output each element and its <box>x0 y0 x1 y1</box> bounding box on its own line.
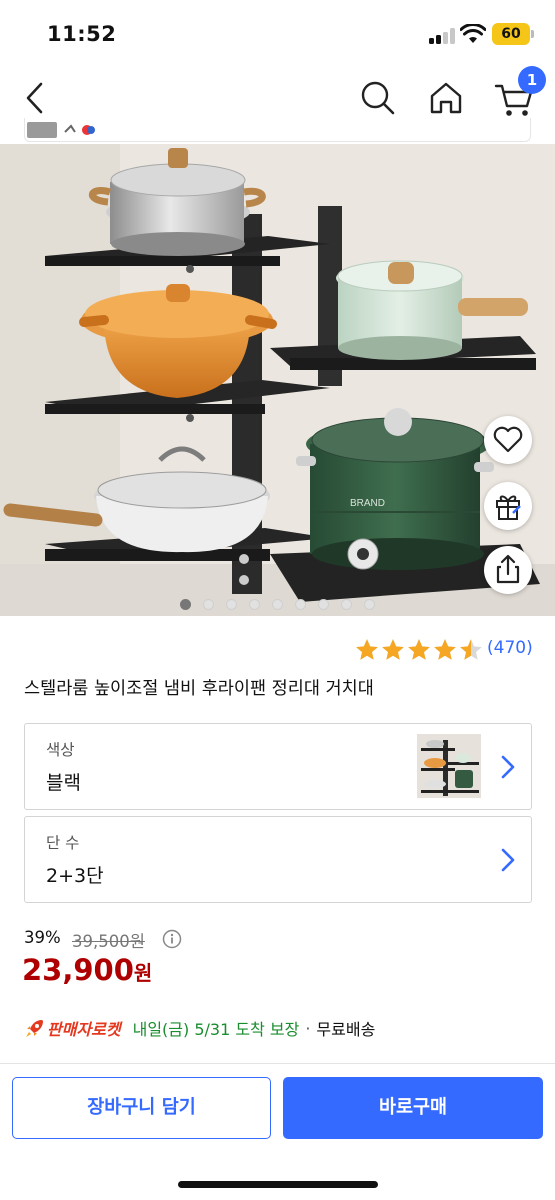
cart-count-badge: 1 <box>518 66 546 94</box>
search-icon[interactable] <box>356 76 400 120</box>
star-icon <box>434 639 456 660</box>
tier-option-selector[interactable]: 단 수 2+3단 <box>24 816 532 903</box>
share-button[interactable] <box>484 546 532 594</box>
carousel-dot[interactable] <box>364 599 375 610</box>
star-icon <box>408 639 430 660</box>
buy-now-button[interactable]: 바로구매 <box>283 1077 543 1139</box>
delivery-separator: · <box>305 1018 311 1038</box>
original-price: 39,500원 <box>72 932 145 951</box>
delivery-info: 판매자로켓 내일(금) 5/31 도착 보장 · 무료배송 <box>24 1016 375 1040</box>
product-photo: BRAND <box>0 144 555 616</box>
wifi-icon <box>460 24 486 43</box>
star-rating[interactable] <box>354 636 484 664</box>
carousel-dot[interactable] <box>318 599 329 610</box>
bottom-bar-divider <box>0 1063 555 1064</box>
carousel-pagination[interactable] <box>180 599 375 611</box>
carousel-dot[interactable] <box>203 599 214 610</box>
add-to-cart-button[interactable]: 장바구니 담기 <box>12 1077 271 1139</box>
carousel-dot[interactable] <box>272 599 283 610</box>
product-image-carousel[interactable]: BRAND <box>0 144 555 616</box>
battery-indicator: 60 <box>492 23 534 45</box>
star-icon <box>356 639 378 660</box>
share-icon <box>496 554 520 584</box>
star-icon <box>382 639 404 660</box>
status-time: 11:52 <box>47 22 117 46</box>
option-thumbnail <box>417 734 481 798</box>
home-indicator <box>178 1181 378 1188</box>
gift-icon <box>496 495 521 520</box>
wishlist-button[interactable] <box>484 416 532 464</box>
arrival-date: 내일(금) 5/31 도착 보장 <box>132 1020 300 1039</box>
sale-price-unit: 원 <box>133 961 153 985</box>
carousel-dot[interactable] <box>226 599 237 610</box>
rocket-icon <box>26 1020 43 1037</box>
carousel-dot[interactable] <box>295 599 306 610</box>
carousel-dot[interactable] <box>180 599 191 610</box>
product-title: 스텔라룸 높이조절 냄비 후라이팬 정리대 거치대 <box>24 679 374 699</box>
gift-button[interactable] <box>484 482 532 530</box>
info-icon[interactable] <box>162 929 182 949</box>
heart-icon <box>493 426 523 453</box>
option-label: 단 수 <box>46 834 80 852</box>
image-brand-label: BRAND <box>350 498 385 509</box>
carousel-dot[interactable] <box>341 599 352 610</box>
status-bar: 11:52 60 <box>0 0 555 68</box>
option-value: 블랙 <box>46 772 81 794</box>
back-arrow-icon[interactable] <box>14 76 58 120</box>
banner-logo-icon <box>27 122 95 138</box>
seller-rocket-badge: 판매자로켓 <box>47 1020 121 1039</box>
collapsed-banner <box>24 118 531 142</box>
option-label: 색상 <box>46 741 75 759</box>
carousel-dot[interactable] <box>249 599 260 610</box>
review-count-link[interactable]: (470) <box>487 638 533 658</box>
option-value: 2+3단 <box>46 865 104 887</box>
chevron-right-icon <box>501 755 515 779</box>
star-icon <box>460 639 482 660</box>
sale-price-amount: 23,900 <box>22 953 134 987</box>
free-shipping-label: 무료배송 <box>316 1020 376 1039</box>
home-icon[interactable] <box>424 76 468 120</box>
discount-rate: 39% <box>24 928 61 947</box>
signal-icon <box>429 27 455 44</box>
chevron-right-icon <box>501 848 515 872</box>
color-option-selector[interactable]: 색상 블랙 <box>24 723 532 810</box>
sale-price: 23,900원 <box>22 953 152 987</box>
